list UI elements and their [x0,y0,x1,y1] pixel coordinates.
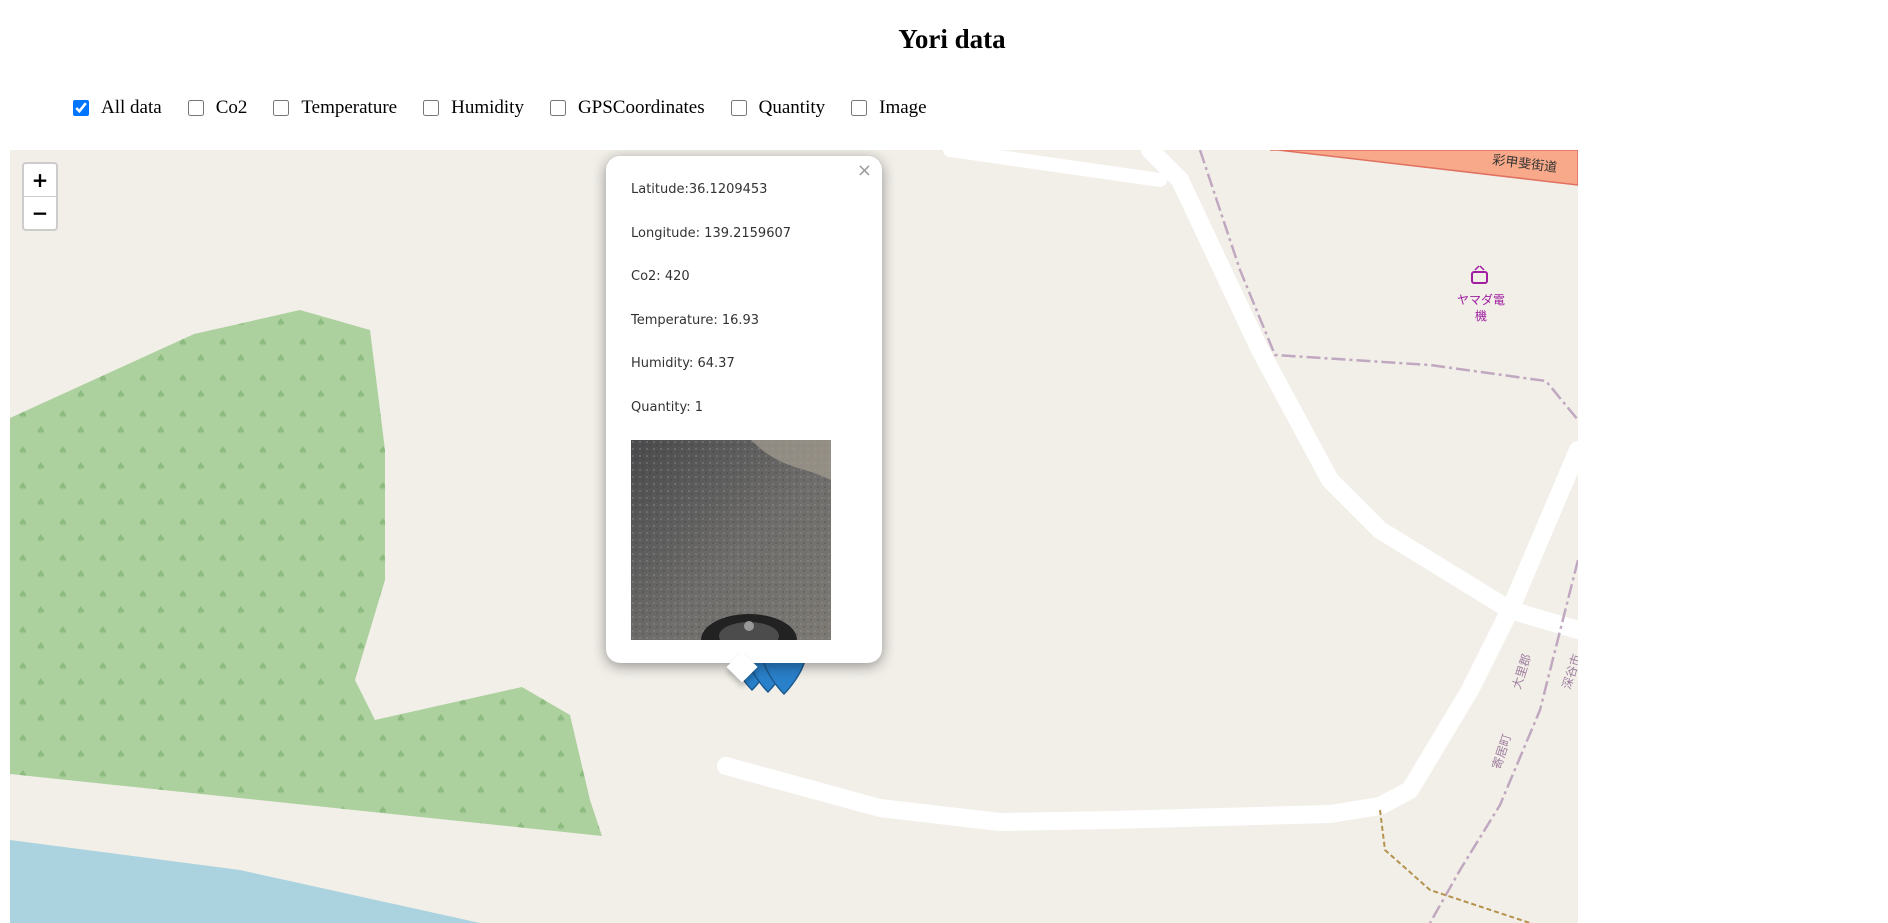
popup-longitude: Longitude: 139.2159607 [631,226,792,241]
popup-co2: Co2: 420 [631,269,690,284]
quantity-checkbox[interactable] [730,100,747,116]
poi-label: 機 [1475,308,1487,323]
filter-label: Temperature [301,97,398,118]
zoom-in-button[interactable]: + [24,164,56,196]
popup-quantity: Quantity: 1 [631,400,704,415]
filter-temperature[interactable]: Temperature [269,97,397,119]
filter-label: Humidity [451,97,524,118]
filter-humidity[interactable]: Humidity [419,97,524,119]
marker-popup: × Latitude:36.1209453 Longitude: 139.215… [606,156,882,683]
temperature-checkbox[interactable] [273,100,290,116]
filter-gps-coordinates[interactable]: GPSCoordinates [546,97,705,119]
popup-humidity: Humidity: 64.37 [631,356,735,371]
filter-all-data[interactable]: All data [69,97,162,119]
humidity-checkbox[interactable] [423,100,440,116]
gps-coordinates-checkbox[interactable] [549,100,566,116]
sample-photo [631,440,831,640]
filter-quantity[interactable]: Quantity [727,97,826,119]
filter-label: GPSCoordinates [577,97,705,118]
popup-temperature: Temperature: 16.93 [631,313,760,328]
image-checkbox[interactable] [851,100,868,116]
close-icon[interactable]: × [857,160,872,181]
all-data-checkbox[interactable] [73,100,89,116]
co2-checkbox[interactable] [187,100,204,116]
filter-co2[interactable]: Co2 [184,97,248,119]
filter-image[interactable]: Image [847,97,927,119]
map[interactable]: ♠ ♠ 彩甲斐街道 ヤマダ電 機 大里郡 寄居町 深谷市 [10,150,1578,923]
filter-label: Image [879,97,927,118]
filter-bar: All data Co2 Temperature Humidity GPSCoo… [69,97,949,119]
page-title: Yori data [898,24,1006,54]
zoom-out-button[interactable]: − [24,196,56,229]
filter-label: Quantity [758,97,826,118]
popup-latitude: Latitude:36.1209453 [631,182,768,197]
zoom-control: + − [22,162,58,231]
poi-label: ヤマダ電 [1457,292,1505,307]
filter-label: All data [101,97,162,118]
filter-label: Co2 [215,97,248,118]
